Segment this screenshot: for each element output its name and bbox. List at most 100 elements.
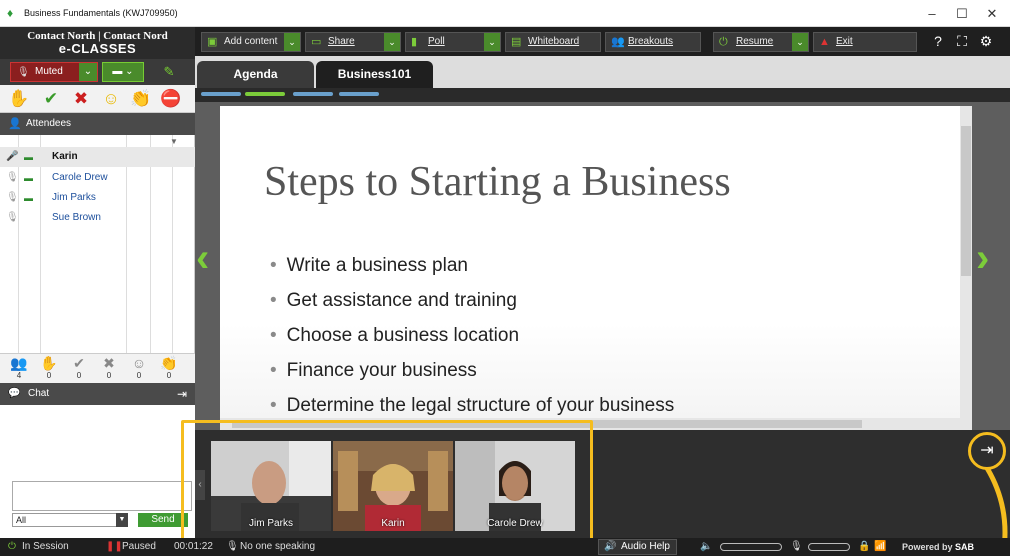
exit-button[interactable]: ▲ Exit [813,32,917,52]
x-count: ✖ 0 [96,356,122,380]
muted-button[interactable]: 🎙 Muted ⌄ [10,62,98,82]
raise-hand-icon[interactable]: ✋ [8,88,30,110]
share-button[interactable]: ▭ Share ⌄ [305,32,401,52]
attendees-header: 👤 Attendees [0,113,195,135]
attendee-name: Carole Drew [52,172,108,183]
chat-input[interactable] [12,481,192,511]
content-tabs: Agenda Business101 [195,56,1010,88]
x-icon[interactable]: ✖ [70,88,92,110]
attendee-name: Karin [52,151,78,162]
chat-audience-select[interactable]: All ▼ [12,513,128,527]
lock-icon: 🔒 [858,541,871,552]
attendee-list: ▼ 🎤 ▬ Karin 🎙 ▬ Carole Drew 🎙 ▬ Jim Park… [0,135,195,353]
camera-icon: ▬ ⌄ [112,66,134,77]
hand-icon: ✋ [40,355,58,371]
tab-business101[interactable]: Business101 [316,61,433,88]
mic-volume-slider[interactable] [808,543,850,551]
network-icon: 📶 [874,541,887,552]
smile-count: ☺ 0 [126,356,152,380]
help-icon[interactable]: ? [929,32,947,50]
maximize-button[interactable]: ☐ [950,4,974,24]
check-count: ✔ 0 [66,356,92,380]
attendee-row[interactable]: 🎙 ▬ Carole Drew [0,168,195,188]
brand-banner: Contact North | Contact Nord e-CLASSES [0,27,195,59]
page-indicator[interactable] [339,92,379,96]
av-controls: 🎙 Muted ⌄ ▬ ⌄ ✎ [0,59,195,85]
brand-name: Contact North | Contact Nord [27,30,168,42]
resume-button[interactable]: ⏻ Resume ⌄ [713,32,809,52]
popout-icon[interactable]: ⇥ [177,383,187,405]
chevron-down-icon[interactable]: ⌄ [792,33,808,51]
add-content-button[interactable]: ▣ Add content ⌄ [201,32,301,52]
chat-footer: All ▼ Send [10,513,195,529]
step-away-icon[interactable]: ⛔ [160,88,182,110]
chevron-down-icon[interactable]: ⌄ [284,33,300,51]
clap-icon[interactable]: 👏 [130,88,152,110]
muted-label: Muted [35,66,63,77]
paused-status: Paused [122,541,156,552]
people-icon: 👥 [10,355,28,371]
resume-icon: ⏻ [719,36,728,48]
chevron-down-icon[interactable]: ⌄ [484,33,500,51]
microphone-level-icon: 🎙 [790,541,803,552]
slide-title: Steps to Starting a Business [264,159,731,205]
page-indicator[interactable] [201,92,241,96]
powered-by: Powered by SAB [902,542,975,552]
breakouts-icon: 👥 [611,36,625,48]
smile-icon: ☺ [131,355,147,371]
status-bar: ⏻ In Session ❚❚ Paused 00:01:22 🎙 No one… [0,538,1010,556]
camera-icon: ▬ [24,193,33,203]
tab-agenda[interactable]: Agenda [197,61,314,88]
add-content-icon: ▣ [207,36,218,48]
session-status: In Session [22,541,69,552]
chevron-down-icon[interactable]: ⌄ [384,33,400,51]
next-slide-arrow-icon[interactable]: › [976,238,996,278]
clap-count: 👏 0 [156,356,182,380]
smile-icon[interactable]: ☺ [100,88,122,110]
speaker-volume-slider[interactable] [720,543,782,551]
page-indicator-current[interactable] [245,92,285,96]
pencil-icon[interactable]: ✎ [152,62,186,82]
close-button[interactable]: ✕ [980,4,1004,24]
pause-icon: ❚❚ [106,541,123,552]
microphone-icon: 🎙 [6,212,19,223]
attendee-name: Sue Brown [52,212,101,223]
breakouts-button[interactable]: 👥 Breakouts [605,32,701,52]
gear-icon[interactable]: ⚙ [977,32,995,50]
poll-icon: ▮ [411,36,418,48]
page-indicator[interactable] [293,92,333,96]
attendee-name: Jim Parks [52,192,96,203]
chat-bubble-icon: 💬 [8,388,21,399]
speaking-status: No one speaking [240,541,316,552]
left-panel: Contact North | Contact Nord e-CLASSES 🎙… [0,27,195,556]
popout-video-icon[interactable]: ⇥ [968,432,1006,470]
slide-vertical-scrollbar[interactable] [960,106,972,418]
check-icon[interactable]: ✔ [40,88,62,110]
volume-icon: 🔈 [700,541,713,552]
whiteboard-button[interactable]: ▤ Whiteboard [505,32,601,52]
window-title: Business Fundamentals (KWJ709950) [24,8,178,18]
audio-help-button[interactable]: 🔊 Audio Help [598,539,677,555]
video-button[interactable]: ▬ ⌄ [102,62,144,82]
attendee-row[interactable]: 🎙 ▬ Jim Parks [0,188,195,208]
whiteboard-icon: ▤ [511,36,522,48]
minimize-button[interactable]: – [920,4,944,24]
app-icon: ♦ [7,6,14,20]
attendee-row[interactable]: 🎙 Sue Brown [0,208,195,228]
slide-bullet: • Finance your business [270,360,477,381]
poll-button[interactable]: ▮ Poll ⌄ [405,32,501,52]
previous-slide-arrow-icon[interactable]: ‹ [196,238,216,278]
chevron-down-icon[interactable]: ⌄ [79,63,97,81]
chat-header[interactable]: 💬 Chat ⇥ [0,383,195,405]
microphone-icon: 🎙 [226,541,239,552]
person-icon: 👤 [8,118,22,130]
fullscreen-icon[interactable]: ⛶ [953,32,971,50]
hand-count: ✋ 0 [36,356,62,380]
video-highlight-frame [181,420,593,550]
main-toolbar: ▣ Add content ⌄ ▭ Share ⌄ ▮ Poll ⌄ ▤ Whi… [195,27,1010,56]
sort-arrow-icon[interactable]: ▼ [170,137,178,146]
attendee-row[interactable]: 🎤 ▬ Karin [0,147,195,167]
exit-icon: ▲ [819,36,830,48]
session-timer: 00:01:22 [174,541,213,552]
people-count: 👥 4 [6,356,32,380]
